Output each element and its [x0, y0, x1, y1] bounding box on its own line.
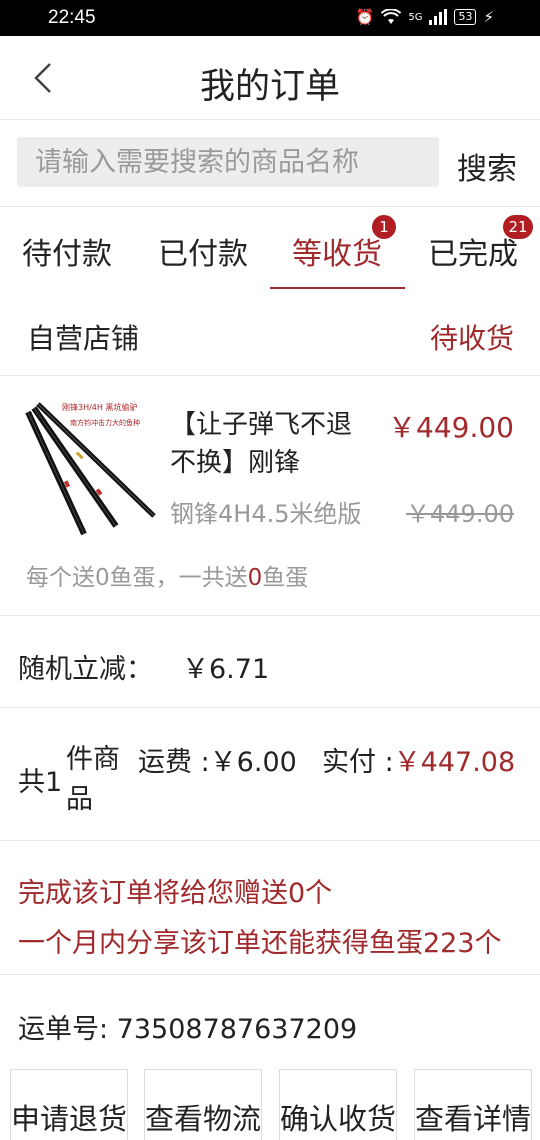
tab-awaiting-delivery[interactable]: 等收货 [292, 229, 382, 273]
discount-row: 随机立减： ￥6.71 [0, 616, 540, 708]
order-actions: 申请退货 查看物流 确认收货 查看详情 [0, 1069, 540, 1140]
request-return-button[interactable]: 申请退货 [10, 1069, 128, 1140]
gift-info: 每个送0鱼蛋，一共送0鱼蛋 [26, 558, 308, 592]
shop-header: 自营店铺 待收货 [0, 291, 540, 376]
wifi-icon [381, 9, 402, 24]
view-details-button[interactable]: 查看详情 [414, 1069, 532, 1140]
shipping-fee: 运费 :￥6.00 [138, 747, 297, 778]
item-count-unit: 件商品 [66, 744, 120, 815]
tab-paid[interactable]: 已付款 [158, 229, 248, 273]
amount-paid: 实付 :￥447.08 [322, 740, 515, 779]
product-title[interactable]: 【让子弹飞不退不换】刚锋 [170, 406, 370, 482]
confirm-receipt-button[interactable]: 确认收货 [279, 1069, 397, 1140]
product-image[interactable]: 刚锋3H/4H 黑坑偷驴 南方钓冲击力大的鱼种 [24, 398, 160, 538]
product-item[interactable]: 刚锋3H/4H 黑坑偷驴 南方钓冲击力大的鱼种 【让子弹飞不退不换】刚锋 ￥44… [0, 376, 540, 616]
amount-paid-value: ￥447.08 [393, 747, 516, 778]
view-logistics-button[interactable]: 查看物流 [144, 1069, 262, 1140]
product-image-subcaption: 南方钓冲击力大的鱼种 [70, 418, 140, 427]
search-button[interactable]: 搜索 [457, 144, 517, 188]
alarm-icon: ⏰ [355, 8, 375, 26]
discount-value: ￥6.71 [182, 654, 270, 685]
reward-line-1: 完成该订单将给您赠送0个 [18, 878, 333, 909]
tab-pending-payment[interactable]: 待付款 [22, 229, 112, 273]
order-status: 待收货 [429, 322, 514, 355]
search-bar: 搜索 [0, 120, 540, 207]
product-spec: 钢锋4H4.5米绝版 [170, 500, 362, 528]
shop-name: 自营店铺 [27, 322, 140, 355]
amount-paid-label: 实付 : [322, 747, 394, 778]
tab-badge-completed: 21 [503, 215, 533, 239]
header: 我的订单 [0, 36, 540, 120]
reward-line-2: 一个月内分享该订单还能获得鱼蛋223个 [18, 928, 502, 959]
tab-badge-awaiting: 1 [372, 215, 396, 239]
item-count: 共1 [18, 767, 63, 798]
reward-info: 完成该订单将给您赠送0个 一个月内分享该订单还能获得鱼蛋223个 [0, 841, 540, 975]
product-price: ￥449.00 [388, 411, 514, 444]
product-original-price: ￥449.00 [406, 500, 514, 528]
tracking-number: 运单号: 73508787637209 [18, 1014, 358, 1045]
discount-label: 随机立减： [18, 654, 153, 685]
signal-icon [429, 9, 448, 25]
gift-count: 0 [247, 565, 263, 591]
product-image-caption: 刚锋3H/4H 黑坑偷驴 [62, 402, 137, 412]
charging-icon: ⚡ [483, 8, 494, 26]
page-title: 我的订单 [199, 67, 340, 107]
status-time: 22:45 [48, 7, 96, 28]
order-tabs: 待付款 已付款 等收货 1 已完成 21 [0, 207, 540, 291]
gift-suffix: 鱼蛋 [262, 565, 309, 591]
network-label: 5G [408, 11, 423, 23]
status-icons: ⏰ 5G 53 ⚡ [356, 8, 494, 26]
active-tab-indicator [270, 287, 405, 289]
tracking-row: 运单号: 73508787637209 [0, 975, 540, 1069]
battery-icon: 53 [454, 9, 477, 25]
tab-completed[interactable]: 已完成 [428, 229, 518, 273]
order-summary: 共1 件商品 运费 :￥6.00 实付 :￥447.08 [0, 708, 540, 841]
status-bar: 22:45 ⏰ 5G 53 ⚡ [0, 0, 540, 36]
search-input[interactable] [17, 137, 439, 187]
gift-text: 每个送0鱼蛋，一共送 [26, 565, 248, 591]
